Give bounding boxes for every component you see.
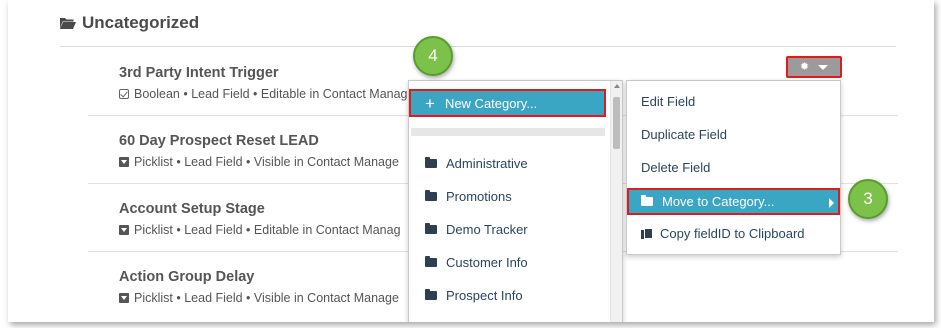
category-item[interactable]: Customer Info [425, 255, 528, 270]
category-item[interactable]: Promotions [425, 189, 512, 204]
category-item[interactable]: Administrative [425, 156, 528, 171]
checkbox-icon [119, 89, 129, 99]
field-meta: Picklist • Lead Field • Visible in Conta… [119, 291, 399, 305]
duplicate-field-item[interactable]: Duplicate Field [641, 127, 727, 142]
section-divider [60, 46, 896, 47]
category-label: Administrative [446, 156, 528, 171]
field-actions-button[interactable]: ✹ [786, 56, 842, 78]
plus-icon: + [425, 93, 435, 113]
copy-icon [641, 228, 653, 239]
edit-field-item[interactable]: Edit Field [641, 94, 695, 109]
picklist-icon [119, 157, 129, 167]
field-meta-text: Picklist • Lead Field • Visible in Conta… [134, 291, 399, 305]
category-item[interactable]: Demo Tracker [425, 222, 528, 237]
field-name: Account Setup Stage [119, 201, 265, 217]
chevron-right-icon [829, 198, 834, 208]
field-meta-text: Boolean • Lead Field • Editable in Conta… [134, 87, 408, 101]
menu-divider [411, 128, 605, 136]
folder-icon [425, 289, 437, 300]
category-scrollbar[interactable] [610, 81, 622, 322]
category-item[interactable]: Prospect Info [425, 288, 523, 303]
folder-open-icon [60, 18, 76, 29]
move-to-category-item[interactable]: Move to Category... [627, 188, 840, 215]
folder-icon [425, 223, 437, 234]
section-header: Uncategorized [60, 12, 199, 34]
field-name: Action Group Delay [119, 269, 255, 285]
field-meta-text: Picklist • Lead Field • Editable in Cont… [134, 223, 401, 237]
folder-icon [641, 195, 653, 206]
field-name: 3rd Party Intent Trigger [119, 65, 279, 81]
screenshot-frame: Uncategorized 3rd Party Intent Trigger B… [8, 0, 934, 322]
category-label: Demo Tracker [446, 222, 528, 237]
category-label: Customer Info [446, 255, 528, 270]
picklist-icon [119, 225, 129, 235]
category-menu: + New Category... Administrative Promoti… [408, 80, 623, 322]
category-label: Prospect Info [446, 288, 523, 303]
category-label: Promotions [446, 189, 512, 204]
step-4-badge: 4 [413, 36, 453, 76]
folder-icon [425, 157, 437, 168]
move-to-category-label: Move to Category... [662, 194, 775, 209]
chevron-down-icon [818, 64, 829, 70]
step-3-badge: 3 [848, 179, 888, 219]
gear-icon: ✹ [799, 60, 810, 73]
folder-icon [425, 256, 437, 267]
scroll-up-icon[interactable] [614, 84, 620, 88]
field-name: 60 Day Prospect Reset LEAD [119, 133, 319, 149]
field-meta: Boolean • Lead Field • Editable in Conta… [119, 87, 408, 101]
new-category-label: New Category... [444, 95, 538, 111]
folder-icon [425, 190, 437, 201]
field-meta: Picklist • Lead Field • Visible in Conta… [119, 155, 399, 169]
scrollbar-thumb[interactable] [613, 97, 620, 149]
delete-field-item[interactable]: Delete Field [641, 160, 710, 175]
section-title: Uncategorized [82, 13, 200, 32]
field-meta: Picklist • Lead Field • Editable in Cont… [119, 223, 401, 237]
field-actions-menu: Edit Field Duplicate Field Delete Field … [626, 80, 841, 255]
picklist-icon [119, 293, 129, 303]
copy-fieldid-label: Copy fieldID to Clipboard [660, 226, 805, 241]
copy-fieldid-item[interactable]: Copy fieldID to Clipboard [641, 226, 805, 241]
field-meta-text: Picklist • Lead Field • Visible in Conta… [134, 155, 399, 169]
new-category-button[interactable]: + New Category... [409, 89, 606, 117]
